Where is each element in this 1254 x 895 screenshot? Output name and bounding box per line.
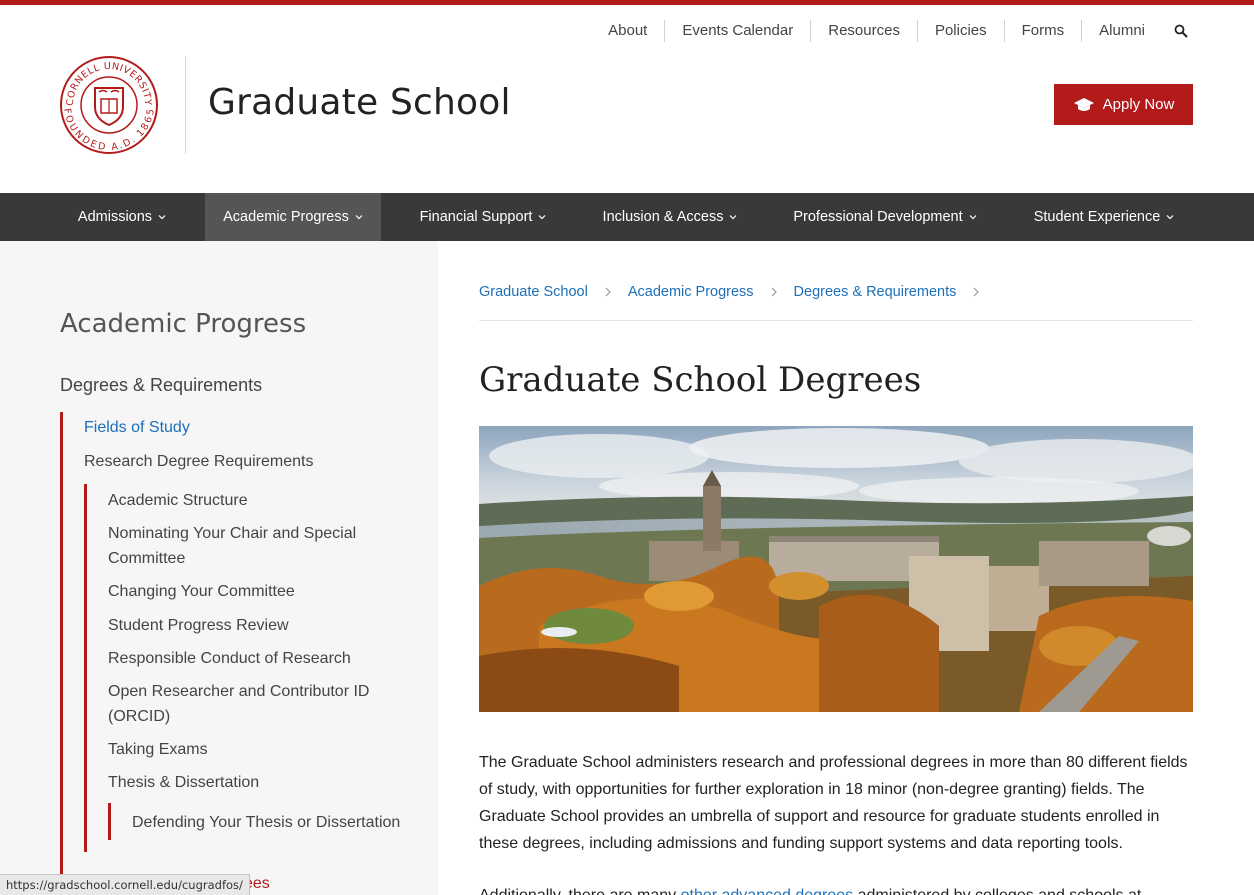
header-divider: [185, 56, 186, 154]
chevron-down-icon: [1166, 215, 1174, 220]
nav-item-admissions[interactable]: Admissions: [60, 193, 184, 241]
nav-label: Academic Progress: [223, 209, 349, 225]
nav-item-academic-progress[interactable]: Academic Progress: [205, 193, 381, 241]
intro-paragraph: The Graduate School administers research…: [479, 754, 1188, 852]
nav-item-inclusion-access[interactable]: Inclusion & Access: [585, 193, 755, 241]
page-title: Graduate School Degrees: [479, 360, 922, 400]
chevron-down-icon: [730, 215, 737, 220]
breadcrumb-academic-progress[interactable]: Academic Progress: [628, 284, 754, 300]
utility-link-resources[interactable]: Resources: [811, 20, 918, 42]
paragraph-text: administered by colleges and schools at: [853, 887, 1142, 895]
chevron-down-icon: [355, 215, 363, 220]
search-icon[interactable]: [1170, 20, 1192, 42]
nav-item-financial-support[interactable]: Financial Support: [400, 193, 566, 241]
utility-link-about[interactable]: About: [591, 20, 666, 42]
chevron-right-icon: [771, 287, 777, 297]
cornell-seal-logo[interactable]: CORNELL UNIVERSITY FOUNDED A.D. 1865: [59, 55, 159, 155]
utility-nav: About Events Calendar Resources Policies…: [591, 20, 1192, 42]
chevron-right-icon: [973, 287, 980, 297]
paragraph-text: Additionally, there are many: [479, 887, 681, 895]
sidebar-item-taking-exams[interactable]: Taking Exams: [108, 737, 208, 762]
sidebar-level2-bar: [84, 484, 87, 852]
sidebar-title[interactable]: Academic Progress: [60, 309, 306, 339]
nav-item-professional-development[interactable]: Professional Development: [775, 193, 995, 241]
utility-link-forms[interactable]: Forms: [1005, 20, 1083, 42]
svg-text:FOUNDED A.D. 1865: FOUNDED A.D. 1865: [61, 108, 157, 153]
second-paragraph: Additionally, there are many other advan…: [479, 882, 1195, 895]
sidebar-item-academic-structure[interactable]: Academic Structure: [108, 488, 248, 513]
chevron-right-icon: [605, 287, 611, 297]
sidebar-level1-bar: [60, 412, 63, 895]
graduation-cap-icon: [1073, 97, 1094, 111]
sidebar-item-student-progress-review[interactable]: Student Progress Review: [108, 613, 289, 638]
apply-now-label: Apply Now: [1102, 96, 1175, 113]
nav-label: Student Experience: [1033, 209, 1161, 225]
sidebar-section-degrees-requirements[interactable]: Degrees & Requirements: [60, 375, 262, 396]
main-nav: Admissions Academic Progress Financial S…: [0, 193, 1254, 241]
nav-label: Professional Development: [793, 209, 963, 225]
nav-item-student-experience[interactable]: Student Experience: [1015, 193, 1193, 241]
chevron-down-icon: [969, 215, 977, 220]
sidebar-item-research-degree-requirements[interactable]: Research Degree Requirements: [84, 449, 313, 474]
sidebar-item-thesis-dissertation[interactable]: Thesis & Dissertation: [108, 770, 259, 795]
nav-label: Financial Support: [419, 209, 533, 225]
breadcrumb: Graduate School Academic Progress Degree…: [479, 284, 996, 300]
sidebar-item-changing-committee[interactable]: Changing Your Committee: [108, 579, 295, 604]
breadcrumb-graduate-school[interactable]: Graduate School: [479, 284, 588, 300]
utility-link-policies[interactable]: Policies: [918, 20, 1005, 42]
browser-status-bar: https://gradschool.cornell.edu/cugradfos…: [0, 874, 250, 895]
apply-now-button[interactable]: Apply Now: [1054, 84, 1193, 125]
nav-label: Inclusion & Access: [602, 209, 724, 225]
sidebar-item-fields-of-study[interactable]: Fields of Study: [84, 415, 190, 440]
sidebar-item-responsible-conduct[interactable]: Responsible Conduct of Research: [108, 646, 351, 671]
site-title[interactable]: Graduate School: [208, 82, 511, 123]
chevron-down-icon: [538, 215, 546, 220]
sidebar-item-nominating-chair[interactable]: Nominating Your Chair and Special Commit…: [108, 521, 398, 571]
breadcrumb-divider: [479, 320, 1193, 321]
utility-link-events-calendar[interactable]: Events Calendar: [665, 20, 812, 42]
nav-label: Admissions: [77, 209, 153, 225]
sidebar-level3-bar: [108, 803, 111, 840]
breadcrumb-degrees-requirements[interactable]: Degrees & Requirements: [794, 284, 957, 300]
utility-link-alumni[interactable]: Alumni: [1082, 20, 1162, 42]
sidebar-item-orcid[interactable]: Open Researcher and Contributor ID (ORCI…: [108, 679, 398, 729]
chevron-down-icon: [158, 215, 166, 220]
top-accent-stripe: [0, 0, 1254, 5]
sidebar-item-defending-thesis[interactable]: Defending Your Thesis or Dissertation: [132, 810, 400, 835]
other-advanced-degrees-link[interactable]: other advanced degrees: [681, 887, 854, 895]
campus-aerial-photo: [479, 426, 1193, 712]
